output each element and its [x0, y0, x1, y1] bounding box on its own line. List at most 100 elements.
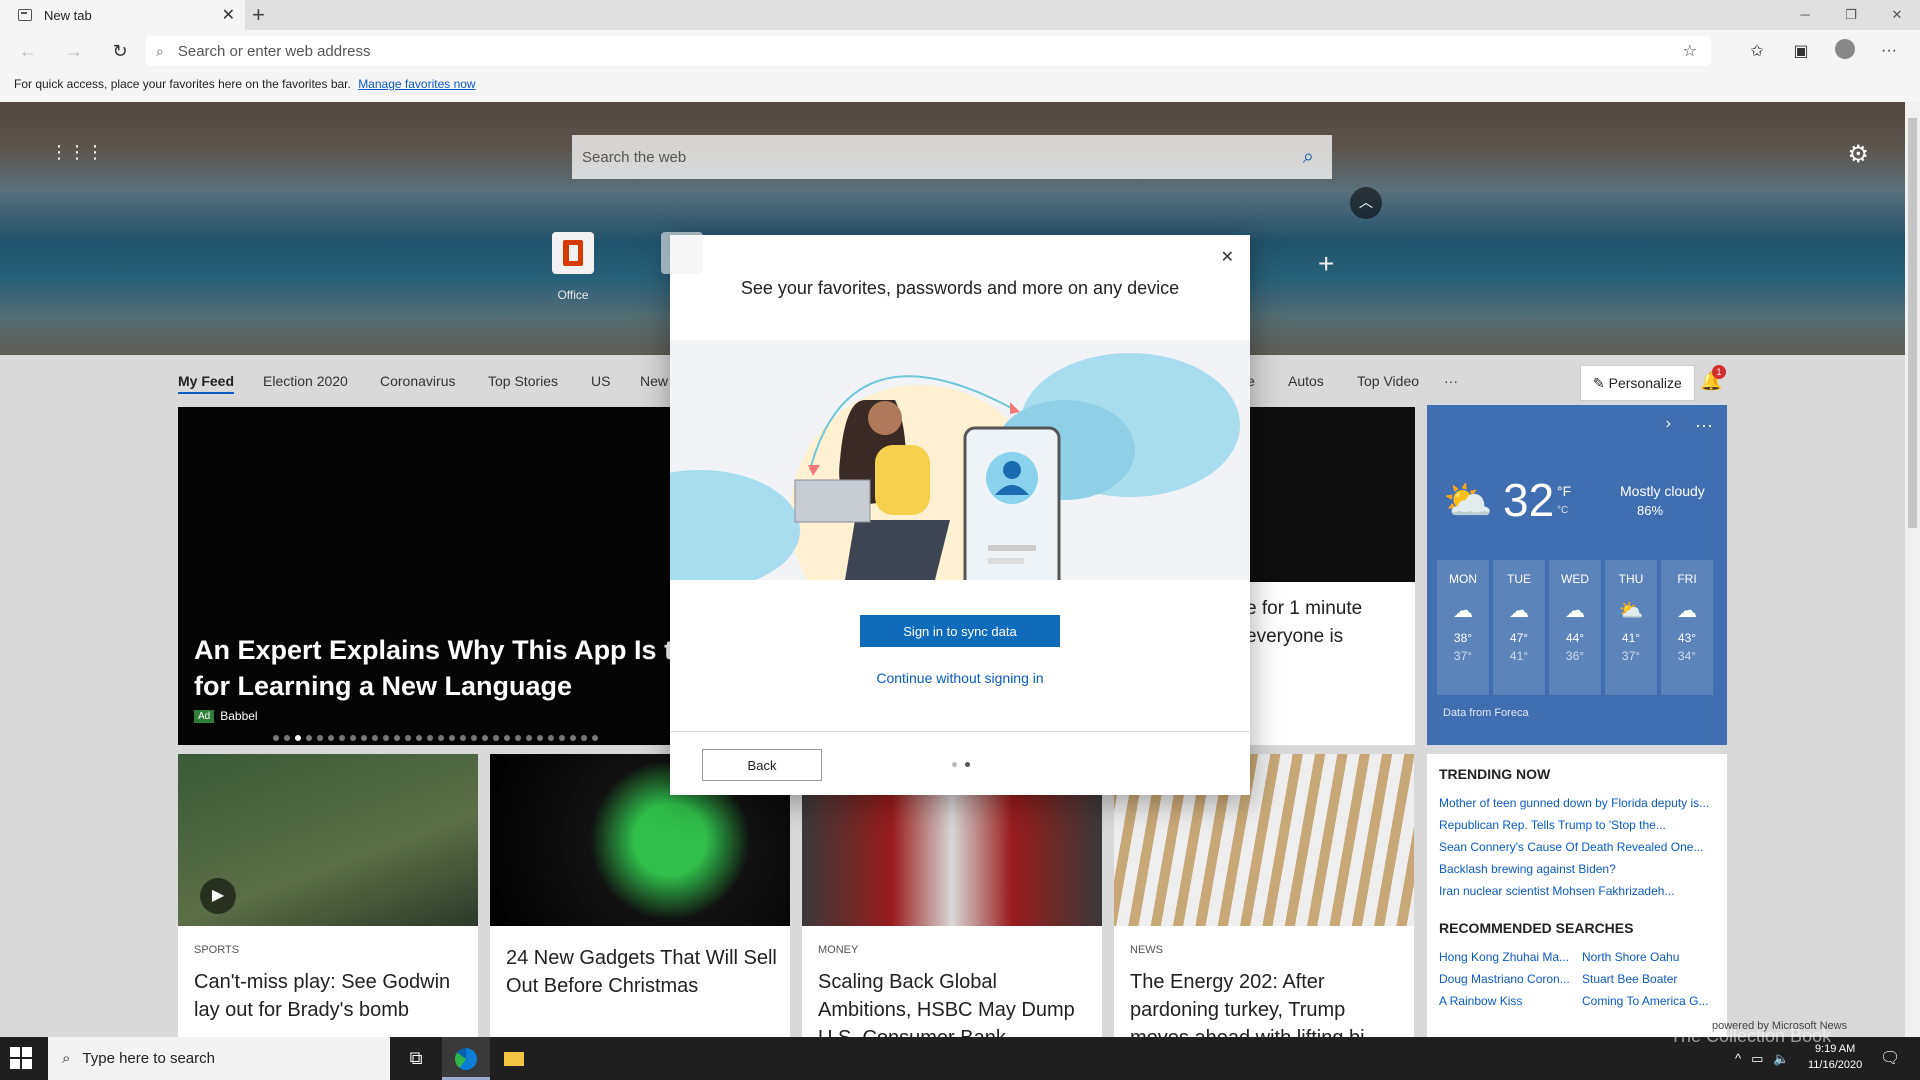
page-scrollbar[interactable] [1905, 102, 1920, 1037]
profile-avatar[interactable] [1823, 38, 1867, 64]
tab-top-stories[interactable]: Top Stories [488, 373, 558, 389]
trending-item[interactable]: Republican Rep. Tells Trump to 'Stop the… [1439, 818, 1715, 832]
taskbar-search-input[interactable]: ⌕ Type here to search [48, 1037, 390, 1080]
trending-item[interactable]: Iran nuclear scientist Mohsen Fakhrizade… [1439, 884, 1715, 898]
news-card[interactable]: MONEY Scaling Back Global Ambitions, HSB… [802, 754, 1102, 1037]
recommended-search-link[interactable]: Hong Kong Zhuhai Ma... [1439, 950, 1572, 964]
tab-autos[interactable]: Autos [1288, 373, 1324, 389]
carousel-dot[interactable] [592, 735, 598, 741]
trending-item[interactable]: Mother of teen gunned down by Florida de… [1439, 796, 1715, 810]
refresh-icon[interactable]: ↻ [102, 41, 138, 62]
quick-link-office[interactable]: Office [528, 232, 618, 302]
chevron-right-icon[interactable]: › [1666, 415, 1671, 433]
carousel-dots[interactable] [273, 735, 598, 741]
carousel-dot[interactable] [350, 735, 356, 741]
feed-more-icon[interactable]: ··· [1444, 373, 1458, 389]
tab-top-video[interactable]: Top Video [1357, 373, 1419, 389]
news-card[interactable]: 24 New Gadgets That Will Sell Out Before… [490, 754, 790, 1037]
trending-title[interactable]: TRENDING NOW [1439, 766, 1715, 782]
app-launcher-icon[interactable]: ⋮⋮⋮ [50, 142, 104, 163]
carousel-dot[interactable] [559, 735, 565, 741]
task-view-icon[interactable]: ⧉ [392, 1037, 440, 1080]
favorites-icon[interactable]: ✩ [1735, 41, 1779, 61]
manage-favorites-link[interactable]: Manage favorites now [358, 77, 475, 91]
recommended-search-link[interactable]: A Rainbow Kiss [1439, 994, 1572, 1008]
web-search-box[interactable]: Search the web ⌕ [572, 135, 1332, 179]
recommended-search-link[interactable]: Doug Mastriano Coron... [1439, 972, 1572, 986]
carousel-dot[interactable] [372, 735, 378, 741]
tab-news[interactable]: New [640, 373, 668, 389]
personalize-button[interactable]: ✎ Personalize [1580, 365, 1695, 401]
carousel-dot[interactable] [570, 735, 576, 741]
add-favorite-star-icon[interactable]: ☆ [1683, 41, 1697, 61]
carousel-dot[interactable] [493, 735, 499, 741]
minimize-icon[interactable]: ─ [1782, 0, 1828, 30]
tab-election-2020[interactable]: Election 2020 [263, 373, 348, 389]
carousel-dot[interactable] [416, 735, 422, 741]
carousel-dot[interactable] [526, 735, 532, 741]
tab-new-tab[interactable]: New tab ✕ [0, 0, 245, 30]
chevron-up-icon[interactable]: ^ [1735, 1051, 1741, 1066]
unit-toggle[interactable]: °F °C [1557, 481, 1571, 521]
more-menu-icon[interactable]: ··· [1867, 42, 1911, 60]
trending-item[interactable]: Sean Connery's Cause Of Death Revealed O… [1439, 840, 1715, 854]
carousel-dot[interactable] [504, 735, 510, 741]
sign-in-sync-button[interactable]: Sign in to sync data [860, 615, 1060, 647]
edge-browser-icon[interactable] [442, 1037, 490, 1080]
carousel-dot[interactable] [295, 735, 301, 741]
carousel-dot[interactable] [394, 735, 400, 741]
carousel-dot[interactable] [427, 735, 433, 741]
quick-link-tile[interactable] [661, 232, 703, 274]
carousel-dot[interactable] [361, 735, 367, 741]
collections-icon[interactable]: ▣ [1779, 41, 1823, 61]
carousel-dot[interactable] [471, 735, 477, 741]
carousel-dot[interactable] [284, 735, 290, 741]
carousel-dot[interactable] [449, 735, 455, 741]
restore-icon[interactable]: ❐ [1828, 0, 1874, 30]
news-card[interactable]: NEWS The Energy 202: After pardoning tur… [1114, 754, 1414, 1037]
forecast-day[interactable]: FRI ☁ 43° 34° [1661, 560, 1713, 695]
file-explorer-icon[interactable] [490, 1037, 538, 1080]
forecast-day[interactable]: TUE ☁ 47° 41° [1493, 560, 1545, 695]
new-tab-button[interactable]: + [252, 2, 265, 28]
action-center-icon[interactable]: 🗨 [1880, 1048, 1900, 1068]
collapse-chevron-up-icon[interactable]: ︿ [1350, 187, 1382, 219]
carousel-dot[interactable] [460, 735, 466, 741]
carousel-dot[interactable] [317, 735, 323, 741]
forward-arrow-icon[interactable]: → [56, 41, 92, 62]
carousel-dot[interactable] [482, 735, 488, 741]
unit-fahrenheit[interactable]: °F [1557, 481, 1571, 501]
featured-story-card[interactable]: An Expert Explains Why This App Is th fo… [178, 407, 705, 745]
tab-us[interactable]: US [591, 373, 610, 389]
carousel-dot[interactable] [537, 735, 543, 741]
carousel-dot[interactable] [273, 735, 279, 741]
carousel-dot[interactable] [581, 735, 587, 741]
carousel-dot[interactable] [438, 735, 444, 741]
carousel-dot[interactable] [515, 735, 521, 741]
carousel-dot[interactable] [548, 735, 554, 741]
weather-card[interactable]: › ··· ⛅ 32 °F °C Mostly cloudy 86% MON ☁ 3… [1427, 405, 1727, 745]
scrollbar-thumb[interactable] [1908, 118, 1917, 528]
carousel-dot[interactable] [306, 735, 312, 741]
carousel-dot[interactable] [328, 735, 334, 741]
settings-gear-icon[interactable]: ⚙ [1847, 140, 1869, 169]
windows-start-icon[interactable] [10, 1047, 34, 1071]
continue-without-signin-link[interactable]: Continue without signing in [670, 670, 1250, 686]
back-arrow-icon[interactable]: ← [10, 41, 46, 62]
trending-item[interactable]: Backlash brewing against Biden? [1439, 862, 1715, 876]
back-button[interactable]: Back [702, 749, 822, 781]
weather-more-icon[interactable]: ··· [1695, 415, 1713, 436]
close-tab-icon[interactable]: ✕ [222, 5, 235, 25]
tab-my-feed[interactable]: My Feed [178, 373, 235, 394]
close-dialog-icon[interactable]: ✕ [1221, 247, 1234, 267]
forecast-day[interactable]: THU ⛅ 41° 37° [1605, 560, 1657, 695]
recommended-search-link[interactable]: North Shore Oahu [1582, 950, 1715, 964]
forecast-day[interactable]: WED ☁ 44° 36° [1549, 560, 1601, 695]
recommended-search-link[interactable]: Stuart Bee Boater [1582, 972, 1715, 986]
recommended-search-link[interactable]: Coming To America G... [1582, 994, 1715, 1008]
carousel-dot[interactable] [339, 735, 345, 741]
carousel-dot[interactable] [405, 735, 411, 741]
carousel-dot[interactable] [383, 735, 389, 741]
unit-celsius[interactable]: °C [1557, 501, 1571, 521]
add-site-plus-icon[interactable]: + [1318, 248, 1334, 280]
